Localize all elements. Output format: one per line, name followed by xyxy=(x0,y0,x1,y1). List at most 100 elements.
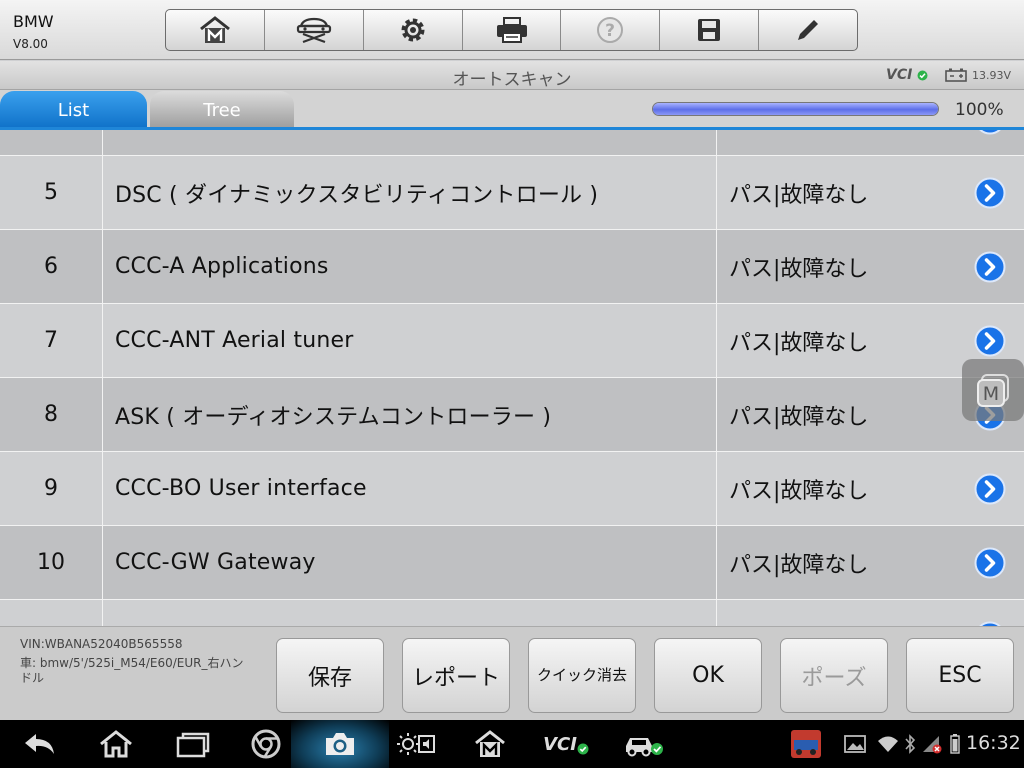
vci-shortcut[interactable]: VCI xyxy=(538,720,594,768)
save-disk-icon xyxy=(698,19,721,41)
system-name: CCC-BO User interface xyxy=(102,452,716,525)
screenshot-button[interactable] xyxy=(318,720,362,768)
system-name: CCC-ANT Aerial tuner xyxy=(102,304,716,377)
details-arrow-button[interactable] xyxy=(972,600,1008,626)
svg-text:M: M xyxy=(983,383,999,405)
page-title: オートスキャン xyxy=(452,70,572,90)
tabs-row: List Tree 100% xyxy=(0,90,1024,130)
ok-button[interactable]: OK xyxy=(654,638,762,713)
scan-status: パス|故障なし xyxy=(716,156,970,229)
floating-home-button[interactable]: M xyxy=(962,359,1024,421)
car-check-icon xyxy=(626,738,663,757)
scan-progress-fill xyxy=(653,103,938,115)
title-bar: オートスキャン VCI 13.93V xyxy=(0,61,1024,90)
tab-list[interactable]: List xyxy=(0,91,147,130)
tab-tree[interactable]: Tree xyxy=(150,91,294,130)
system-name xyxy=(102,130,716,155)
scan-status xyxy=(716,130,970,155)
scan-progress-bar xyxy=(652,102,939,116)
quick-erase-button[interactable]: クイック消去 xyxy=(528,638,636,713)
row-number: 5 xyxy=(44,180,58,205)
print-button[interactable] xyxy=(463,10,562,50)
maxisys-home-shortcut[interactable] xyxy=(468,720,512,768)
row-number xyxy=(0,600,102,626)
details-arrow-button[interactable] xyxy=(972,452,1008,525)
table-row[interactable]: 8 ASK ( オーディオシステムコントローラー ) パス|故障なし xyxy=(0,378,1024,452)
recent-apps-button[interactable] xyxy=(170,720,214,768)
battery-icon xyxy=(945,68,967,82)
system-name: CCC-GW Gateway xyxy=(102,526,716,599)
vehicle-shortcut[interactable] xyxy=(620,720,666,768)
table-row[interactable]: 5 DSC ( ダイナミックスタビリティコントロール ) パス|故障なし xyxy=(0,156,1024,230)
recent-apps-icon xyxy=(176,732,210,758)
row-number: 7 xyxy=(44,328,58,353)
table-row[interactable]: 7 CCC-ANT Aerial tuner パス|故障なし xyxy=(0,304,1024,378)
m-logo-icon: M xyxy=(977,374,1009,407)
app-notification[interactable] xyxy=(788,720,824,768)
table-row[interactable]: 6 CCC-A Applications パス|故障なし xyxy=(0,230,1024,304)
row-number: 8 xyxy=(44,402,58,427)
back-arrow-icon xyxy=(25,734,54,754)
no-sim-icon xyxy=(923,736,942,754)
bluetooth-icon xyxy=(905,734,916,754)
pause-button[interactable]: ポーズ xyxy=(780,638,888,713)
chrome-icon xyxy=(251,729,281,759)
battery-status xyxy=(946,720,964,768)
settings-button[interactable] xyxy=(364,10,463,50)
app-name: BMW xyxy=(13,12,54,31)
home-m-icon xyxy=(475,730,505,757)
camera-icon xyxy=(326,733,354,755)
system-name: ASK ( オーディオシステムコントローラー ) xyxy=(102,378,716,451)
sim-status xyxy=(920,720,944,768)
battery-icon xyxy=(950,734,960,754)
system-nav-bar: VCI 16:32 xyxy=(0,720,1024,768)
scan-progress-label: 100% xyxy=(955,100,1004,120)
back-button[interactable] xyxy=(18,720,62,768)
system-name: DSC ( ダイナミックスタビリティコントロール ) xyxy=(102,156,716,229)
details-arrow-button[interactable] xyxy=(972,130,1008,155)
row-number: 9 xyxy=(44,476,58,501)
display-settings-button[interactable] xyxy=(394,720,438,768)
details-arrow-button[interactable] xyxy=(972,526,1008,599)
system-name: CCC-A Applications xyxy=(102,230,716,303)
clock: 16:32 xyxy=(966,732,1021,754)
gallery-notification xyxy=(842,720,868,768)
scan-status: パス|故障なし xyxy=(716,526,970,599)
app-thumbnail-icon xyxy=(791,730,821,758)
edit-button[interactable] xyxy=(759,10,857,50)
scan-status xyxy=(716,600,970,626)
check-badge-icon xyxy=(917,70,928,81)
report-button[interactable]: レポート xyxy=(402,638,510,713)
table-row[interactable]: 10 CCC-GW Gateway パス|故障なし xyxy=(0,526,1024,600)
esc-button[interactable]: ESC xyxy=(906,638,1014,713)
details-arrow-button[interactable] xyxy=(972,156,1008,229)
table-row[interactable] xyxy=(0,130,1024,156)
details-arrow-button[interactable] xyxy=(972,230,1008,303)
help-button[interactable]: ? xyxy=(561,10,661,50)
battery-voltage: 13.93V xyxy=(972,69,1012,82)
scan-status: パス|故障なし xyxy=(716,230,970,303)
gear-icon xyxy=(401,18,425,42)
home-icon xyxy=(100,730,132,758)
app-version: V8.00 xyxy=(13,37,48,51)
browser-shortcut[interactable] xyxy=(244,720,288,768)
top-bar: BMW V8.00 ? xyxy=(0,0,1024,60)
chevron-right-icon xyxy=(974,251,1006,282)
home-button[interactable] xyxy=(166,10,265,50)
vehicle-menu-button[interactable] xyxy=(265,10,364,50)
wifi-status xyxy=(876,720,900,768)
row-number: 10 xyxy=(37,550,65,575)
home-nav-button[interactable] xyxy=(94,720,138,768)
table-row[interactable] xyxy=(0,600,1024,626)
table-row[interactable]: 9 CCC-BO User interface パス|故障なし xyxy=(0,452,1024,526)
svg-text:?: ? xyxy=(605,21,615,41)
chevron-right-icon xyxy=(974,325,1006,356)
help-icon: ? xyxy=(597,17,624,43)
vci-nav-label: VCI xyxy=(543,733,577,755)
save-button[interactable]: 保存 xyxy=(276,638,384,713)
vci-label: VCI xyxy=(886,67,913,83)
toolbar: ? xyxy=(165,9,858,51)
printer-icon xyxy=(496,17,527,43)
save-data-button[interactable] xyxy=(660,10,760,50)
home-m-icon xyxy=(199,16,230,43)
